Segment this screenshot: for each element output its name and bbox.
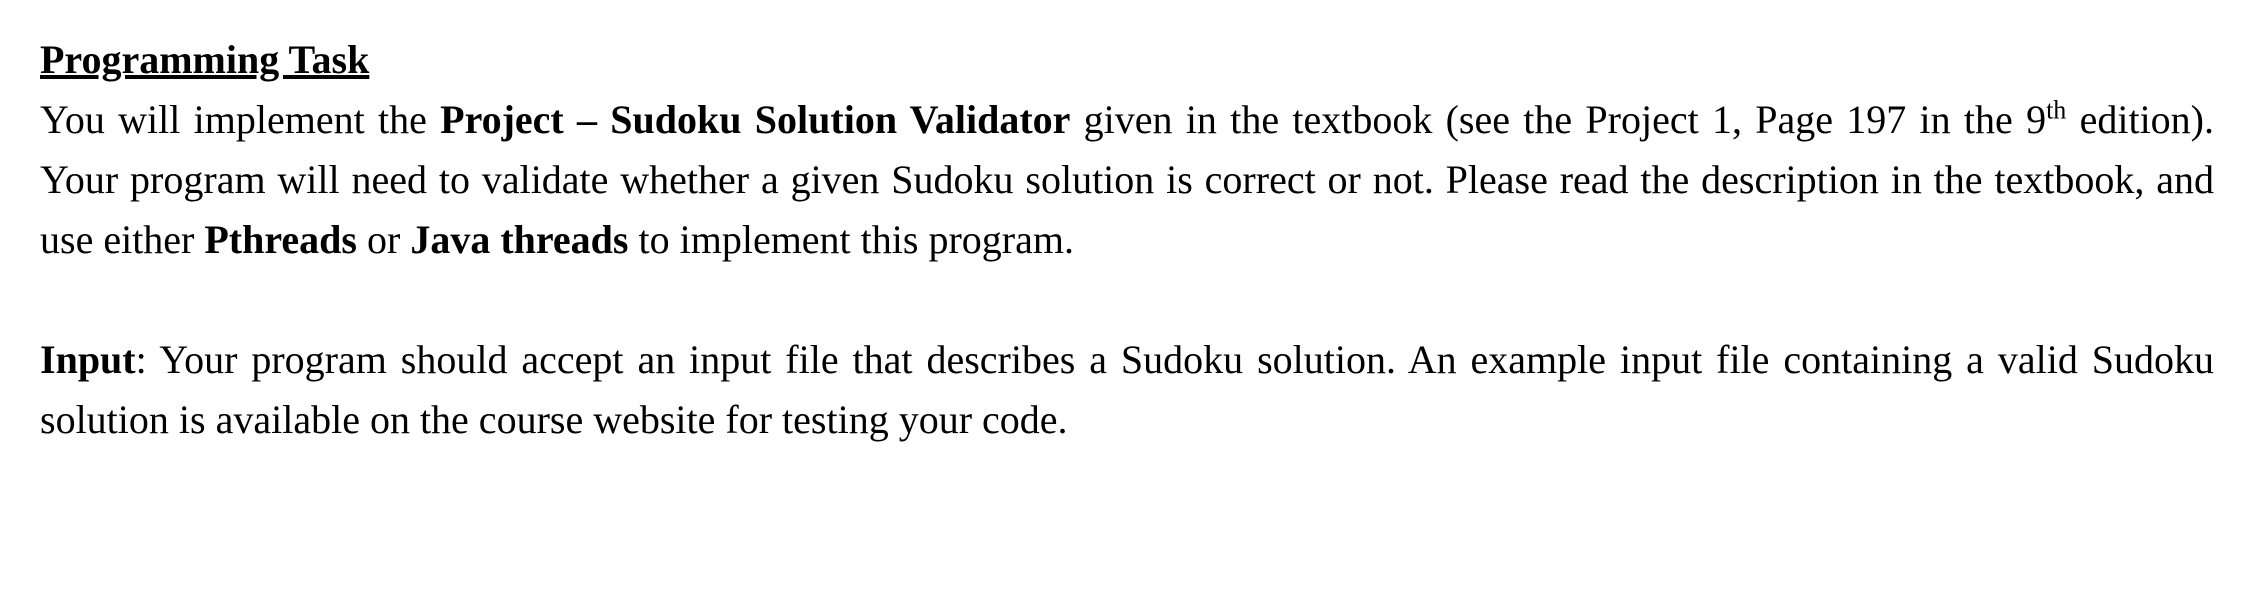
text-segment: given in the textbook (see the Project 1… xyxy=(1070,97,2046,142)
pthreads-bold: Pthreads xyxy=(204,217,357,262)
java-threads-bold: Java threads xyxy=(410,217,628,262)
text-segment: to implement this program. xyxy=(628,217,1074,262)
text-segment: or xyxy=(357,217,410,262)
text-segment: You will implement the xyxy=(40,97,440,142)
paragraph-task: You will implement the Project – Sudoku … xyxy=(40,90,2214,270)
project-title-bold: Project – Sudoku Solution Validator xyxy=(440,97,1070,142)
input-label-bold: Input xyxy=(40,337,136,382)
paragraph-input: Input: Your program should accept an inp… xyxy=(40,330,2214,450)
superscript-th: th xyxy=(2046,96,2066,125)
section-heading: Programming Task xyxy=(40,30,2214,90)
text-segment: : Your program should accept an input fi… xyxy=(40,337,2214,442)
